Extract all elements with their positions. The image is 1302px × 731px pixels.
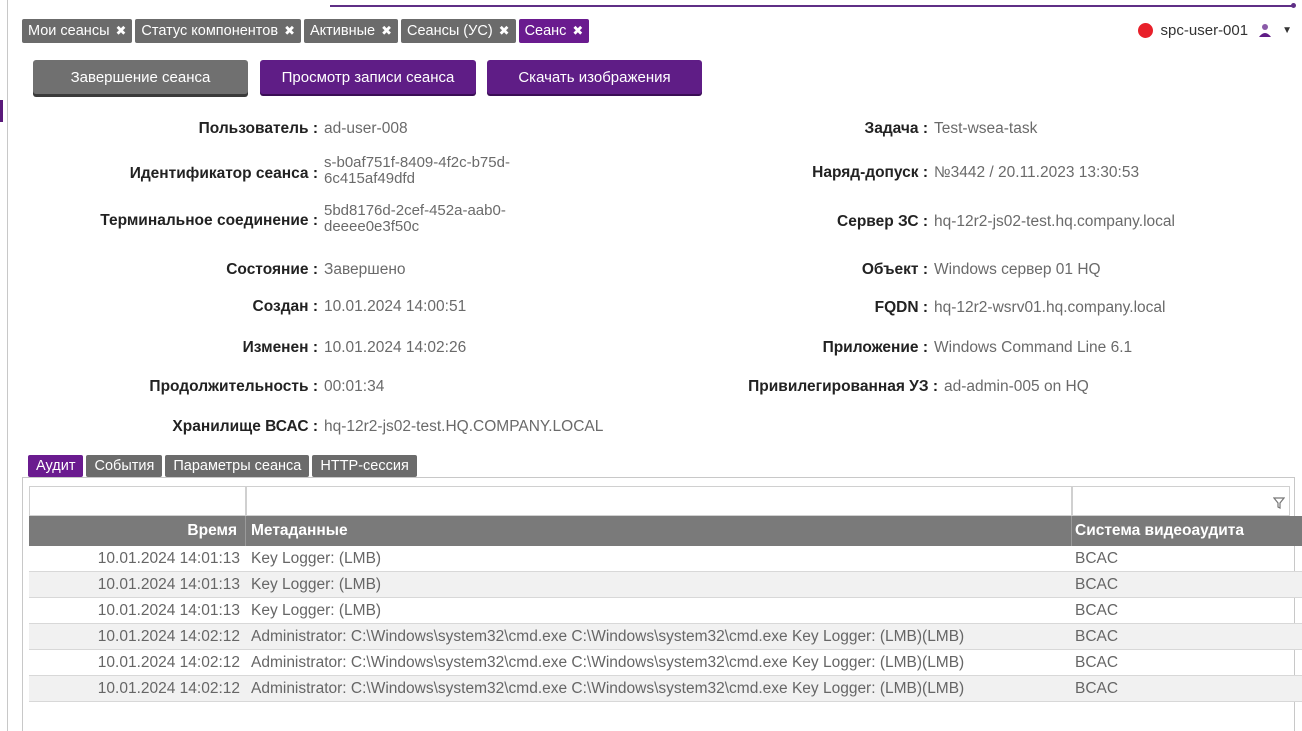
filter-icon[interactable] xyxy=(1273,497,1285,509)
table-row[interactable]: 10.01.2024 14:02:12 Administrator: C:\Wi… xyxy=(29,676,1302,702)
user-label: Пользователь : xyxy=(198,120,318,137)
tab-session-params[interactable]: Параметры сеанса xyxy=(165,455,310,477)
server-value: hq-12r2-js02-test.hq.company.local xyxy=(934,213,1175,230)
metadata-filter-input[interactable] xyxy=(246,486,1072,516)
tab-sessions-us[interactable]: Сеансы (УС) ✖ xyxy=(401,19,516,43)
time-cell: 10.01.2024 14:01:13 xyxy=(97,576,240,593)
time-cell: 10.01.2024 14:02:12 xyxy=(97,654,240,671)
table-row[interactable]: 10.01.2024 14:02:12 Administrator: C:\Wi… xyxy=(29,624,1302,650)
object-label: Объект : xyxy=(861,261,928,278)
system-cell: BCAC xyxy=(1075,680,1119,697)
tab-my-sessions[interactable]: Мои сеансы ✖ xyxy=(22,19,133,43)
metadata-column-header[interactable]: Метаданные xyxy=(246,516,1072,546)
task-label: Задача : xyxy=(864,120,929,137)
storage-value: hq-12r2-js02-test.HQ.COMPANY.LOCAL xyxy=(324,418,604,435)
end-session-button[interactable]: Завершение сеанса xyxy=(33,60,248,94)
tab-active[interactable]: Активные ✖ xyxy=(303,19,398,43)
metadata-cell: Key Logger: (LMB) xyxy=(251,550,382,567)
system-filter-cell[interactable] xyxy=(1072,486,1290,516)
tab-label: Мои сеансы xyxy=(28,23,110,39)
audit-table: Время Метаданные Система видеоаудита 10.… xyxy=(22,477,1302,731)
object-value: Windows сервер 01 HQ xyxy=(934,261,1101,278)
table-row[interactable]: 10.01.2024 14:02:12 Administrator: C:\Wi… xyxy=(29,650,1302,676)
system-cell: BCAC xyxy=(1075,628,1119,645)
table-row[interactable]: 10.01.2024 14:01:13 Key Logger: (LMB) BC… xyxy=(29,546,1302,572)
tab-events[interactable]: События xyxy=(86,455,163,477)
close-icon[interactable]: ✖ xyxy=(499,23,510,39)
user-value: ad-user-008 xyxy=(324,120,408,137)
modified-value: 10.01.2024 14:02:26 xyxy=(324,339,467,356)
time-cell: 10.01.2024 14:01:13 xyxy=(97,602,240,619)
close-icon[interactable]: ✖ xyxy=(381,23,392,39)
state-label: Состояние : xyxy=(226,261,318,278)
time-filter-cell[interactable] xyxy=(29,486,246,516)
system-cell: BCAC xyxy=(1075,602,1119,619)
privileged-account-label: Привилегированная УЗ : xyxy=(748,378,938,395)
system-cell: BCAC xyxy=(1075,550,1119,567)
tab-audit[interactable]: Аудит xyxy=(28,455,84,477)
duration-value: 00:01:34 xyxy=(324,378,385,395)
username: spc-user-001 xyxy=(1160,21,1249,39)
tab-label: Сеанс xyxy=(524,23,567,39)
storage-label: Хранилище ВСАС : xyxy=(172,418,318,435)
time-cell: 10.01.2024 14:02:12 xyxy=(97,680,240,697)
tab-label: Статус компонентов xyxy=(141,23,279,39)
tab-label: Сеансы (УС) xyxy=(407,23,493,39)
server-label: Сервер ЗС : xyxy=(837,213,928,230)
status-dot xyxy=(1137,22,1153,38)
tab-session[interactable]: Сеанс ✖ xyxy=(518,19,590,43)
close-icon[interactable]: ✖ xyxy=(284,23,295,39)
session-id-label: Идентификатор сеанса : xyxy=(129,165,318,182)
session-id-value: s-b0af751f-8409-4f2c-b75d-6c415af49dfd xyxy=(324,154,510,187)
tab-http-session[interactable]: HTTP-сессия xyxy=(312,455,417,477)
application-value: Windows Command Line 6.1 xyxy=(934,339,1133,356)
fqdn-value: hq-12r2-wsrv01.hq.company.local xyxy=(934,299,1166,316)
metadata-cell: Administrator: C:\Windows\system32\cmd.e… xyxy=(251,680,965,697)
view-recording-button[interactable]: Просмотр записи сеанса xyxy=(260,60,476,94)
user-menu[interactable]: spc-user-001 ▼ xyxy=(1137,18,1292,42)
time-cell: 10.01.2024 14:01:13 xyxy=(97,550,240,567)
tab-label: Активные xyxy=(309,23,376,39)
left-edge xyxy=(0,0,8,731)
table-row[interactable]: 10.01.2024 14:01:13 Key Logger: (LMB) BC… xyxy=(29,572,1302,598)
top-tab-bar: Мои сеансы ✖ Статус компонентов ✖ Активные… xyxy=(22,19,590,43)
fqdn-label: FQDN : xyxy=(874,299,928,316)
table-header: Время Метаданные Система видеоаудита xyxy=(29,516,1302,546)
metadata-cell: Key Logger: (LMB) xyxy=(251,576,382,593)
tab-component-status[interactable]: Статус компонентов ✖ xyxy=(135,19,301,43)
metadata-cell: Key Logger: (LMB) xyxy=(251,602,382,619)
metadata-cell: Administrator: C:\Windows\system32\cmd.e… xyxy=(251,654,965,671)
duration-label: Продолжительность : xyxy=(149,378,318,395)
system-cell: BCAC xyxy=(1075,576,1119,593)
modified-label: Изменен : xyxy=(242,339,318,356)
terminal-connection-label: Терминальное соединение : xyxy=(100,212,318,229)
filter-row xyxy=(29,486,1302,516)
task-value: Test-wsea-task xyxy=(934,120,1038,137)
table-body: 10.01.2024 14:01:13 Key Logger: (LMB) BC… xyxy=(29,546,1302,702)
edge-marker xyxy=(0,100,3,122)
close-icon[interactable]: ✖ xyxy=(572,23,583,39)
terminal-connection-value: 5bd8176d-2cef-452a-aab0-deeee0e3f50c xyxy=(324,202,506,235)
download-images-button[interactable]: Скачать изображения xyxy=(487,60,702,94)
work-permit-value: №3442 / 20.11.2023 13:30:53 xyxy=(934,164,1140,181)
chevron-down-icon[interactable]: ▼ xyxy=(1282,25,1292,36)
created-value: 10.01.2024 14:00:51 xyxy=(324,298,467,315)
metadata-cell: Administrator: C:\Windows\system32\cmd.e… xyxy=(251,628,965,645)
close-icon[interactable]: ✖ xyxy=(116,23,127,39)
application-label: Приложение : xyxy=(822,339,928,356)
top-accent-line xyxy=(330,3,1296,8)
table-row[interactable]: 10.01.2024 14:01:13 Key Logger: (LMB) BC… xyxy=(29,598,1302,624)
created-label: Создан : xyxy=(252,298,318,315)
system-cell: BCAC xyxy=(1075,654,1119,671)
state-value: Завершено xyxy=(324,261,406,278)
user-icon[interactable] xyxy=(1256,21,1274,39)
privileged-account-value: ad-admin-005 on HQ xyxy=(944,378,1089,395)
work-permit-label: Наряд-допуск : xyxy=(812,164,928,181)
detail-tabs: Аудит События Параметры сеанса HTTP-сесс… xyxy=(28,455,417,477)
time-cell: 10.01.2024 14:02:12 xyxy=(97,628,240,645)
time-column-header[interactable]: Время xyxy=(29,516,246,546)
system-column-header[interactable]: Система видеоаудита xyxy=(1072,516,1290,546)
